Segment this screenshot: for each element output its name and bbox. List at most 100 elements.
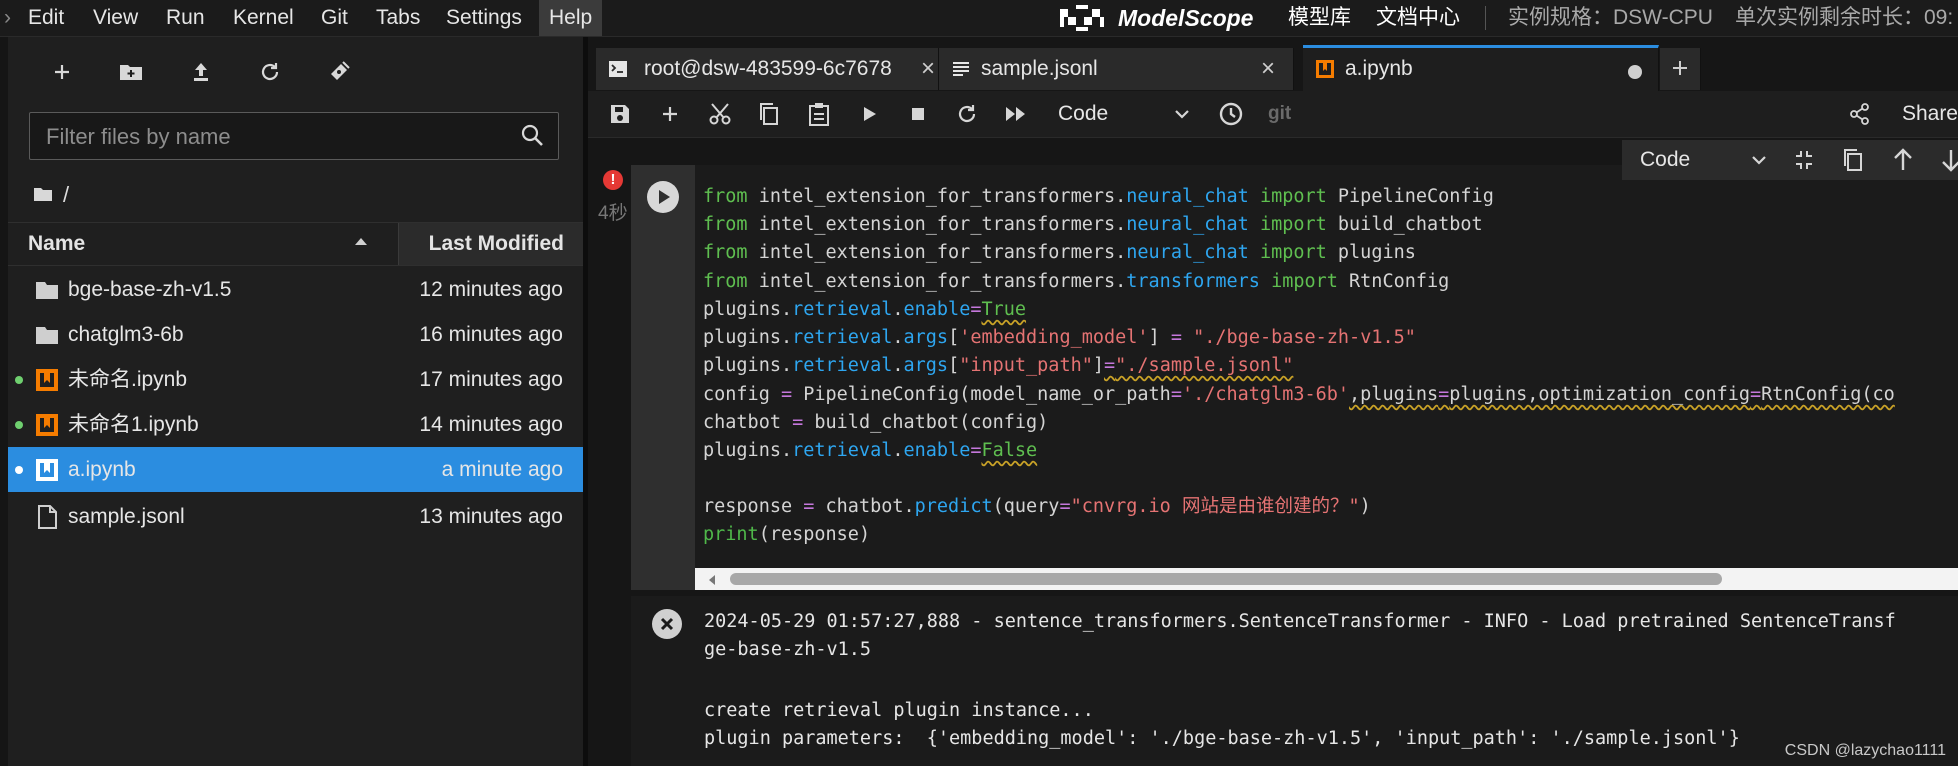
menu-run[interactable]: Run — [156, 0, 215, 36]
new-tab-button[interactable] — [1660, 48, 1701, 90]
menu-edit[interactable]: Edit — [18, 0, 74, 36]
code-line: plugins.retrieval.args["input_path"]="./… — [703, 355, 1294, 376]
file-filter-box — [29, 112, 559, 160]
collapse-icon[interactable] — [1792, 148, 1816, 177]
tab-label: sample.jsonl — [981, 57, 1098, 80]
restart-run-all-icon[interactable] — [1001, 99, 1031, 129]
scroll-left-icon[interactable] — [706, 573, 718, 591]
output-line: create retrieval plugin instance... — [704, 700, 1094, 721]
chevron-down-icon[interactable] — [1750, 151, 1768, 174]
menu-kernel[interactable]: Kernel — [223, 0, 304, 36]
search-icon — [520, 123, 546, 149]
git-clone-icon[interactable] — [323, 56, 355, 88]
upload-icon[interactable] — [185, 56, 217, 88]
modelscope-brand[interactable]: ModelScope — [1118, 0, 1253, 36]
play-icon — [659, 190, 670, 204]
new-launcher-icon[interactable] — [46, 56, 78, 88]
sort-ascending-icon[interactable] — [353, 234, 369, 250]
new-folder-icon[interactable] — [115, 56, 147, 88]
menu-view[interactable]: View — [83, 0, 148, 36]
folder-icon — [34, 277, 60, 303]
run-icon[interactable] — [854, 99, 884, 129]
cell-prompt-area — [631, 165, 695, 590]
stop-icon[interactable] — [903, 99, 933, 129]
close-icon[interactable]: × — [916, 57, 940, 81]
tab-a-ipynb[interactable]: a.ipynb — [1303, 45, 1659, 93]
chevron-down-icon[interactable] — [1173, 105, 1191, 128]
code-line: plugins.retrieval.enable=False — [703, 440, 1038, 461]
running-indicator — [15, 466, 23, 474]
nav-docs-center[interactable]: 文档中心 — [1376, 0, 1460, 36]
restart-icon[interactable] — [952, 99, 982, 129]
code-line: from intel_extension_for_transformers.ne… — [703, 186, 1494, 207]
refresh-icon[interactable] — [254, 56, 286, 88]
file-name: 未命名.ipynb — [68, 368, 188, 391]
move-up-icon[interactable] — [1892, 148, 1914, 177]
output-line: 2024-05-29 01:57:27,888 - sentence_trans… — [704, 611, 1896, 632]
execution-time: 4秒 — [598, 203, 628, 224]
notebook-icon — [34, 457, 60, 483]
code-line: from intel_extension_for_transformers.ne… — [703, 242, 1416, 263]
cell-toolbar: Code — [1622, 140, 1958, 180]
file-icon — [34, 504, 60, 530]
tab-terminal[interactable]: root@dsw-483599-6c76784f × — [596, 48, 939, 90]
file-name: a.ipynb — [68, 458, 136, 481]
nav-model-library[interactable]: 模型库 — [1288, 0, 1351, 36]
header-divider — [1485, 6, 1486, 30]
git-button[interactable]: git — [1268, 91, 1291, 137]
tab-sample-jsonl[interactable]: sample.jsonl × — [939, 48, 1294, 90]
code-line: print(response) — [703, 524, 871, 545]
watermark: CSDN @lazychao1111 — [1784, 742, 1946, 759]
column-last-modified-label: Last Modified — [428, 232, 564, 255]
column-last-modified[interactable]: Last Modified — [398, 223, 584, 265]
folder-icon — [34, 322, 60, 348]
paste-icon[interactable] — [804, 99, 834, 129]
save-icon[interactable] — [605, 99, 635, 129]
clock-icon[interactable] — [1216, 99, 1246, 129]
file-name: chatglm3-6b — [68, 323, 184, 346]
menu-bar: › Edit View Run Kernel Git Tabs Settings… — [0, 0, 1958, 37]
move-down-icon[interactable] — [1940, 148, 1958, 177]
close-icon[interactable]: × — [1256, 57, 1280, 81]
cell-type-dropdown[interactable]: Code — [1058, 91, 1108, 137]
file-name: sample.jsonl — [68, 505, 185, 528]
code-line: config = PipelineConfig(model_name_or_pa… — [703, 384, 1895, 405]
tab-bar: root@dsw-483599-6c76784f × sample.jsonl … — [588, 45, 1958, 93]
menu-tabs[interactable]: Tabs — [366, 0, 430, 36]
menu-help[interactable]: Help — [539, 0, 603, 36]
cell-type-select[interactable]: Code — [1640, 140, 1690, 180]
insert-cell-icon[interactable] — [655, 99, 685, 129]
breadcrumb-root[interactable]: / — [63, 182, 69, 208]
cut-icon[interactable] — [705, 99, 735, 129]
terminal-icon — [608, 59, 628, 79]
file-row[interactable]: 未命名.ipynb 17 minutes ago — [8, 357, 583, 402]
file-row[interactable]: 未命名1.ipynb 14 minutes ago — [8, 402, 583, 447]
notebook-toolbar: Code git Share — [588, 91, 1958, 138]
file-row-selected[interactable]: a.ipynb a minute ago — [8, 447, 583, 492]
share-icon[interactable] — [1850, 103, 1870, 130]
code-line: from intel_extension_for_transformers.ne… — [703, 214, 1483, 235]
error-indicator-icon: ! — [603, 170, 623, 190]
column-name[interactable]: Name — [28, 223, 85, 265]
unsaved-dot-icon[interactable] — [1628, 65, 1642, 79]
file-row[interactable]: sample.jsonl 13 minutes ago — [8, 494, 583, 539]
file-row[interactable]: bge-base-zh-v1.5 12 minutes ago — [8, 267, 583, 312]
duplicate-cell-icon[interactable] — [1842, 148, 1864, 177]
modelscope-logo-icon[interactable] — [1058, 3, 1110, 33]
copy-icon[interactable] — [754, 99, 784, 129]
menu-settings[interactable]: Settings — [436, 0, 532, 36]
run-cell-button[interactable] — [647, 181, 679, 213]
code-line: response = chatbot.predict(query="cnvrg.… — [703, 496, 1371, 517]
file-filter-input[interactable] — [44, 121, 508, 153]
output-line: plugin parameters: {'embedding_model': '… — [704, 728, 1740, 749]
scrollbar-thumb[interactable] — [730, 573, 1722, 585]
file-row[interactable]: chatglm3-6b 16 minutes ago — [8, 312, 583, 357]
clear-output-button[interactable] — [652, 609, 682, 639]
menu-git[interactable]: Git — [311, 0, 358, 36]
share-button[interactable]: Share — [1902, 91, 1958, 137]
running-indicator — [15, 421, 23, 429]
tab-label: a.ipynb — [1345, 57, 1413, 80]
file-name: 未命名1.ipynb — [68, 413, 199, 436]
folder-icon[interactable] — [33, 182, 53, 208]
file-modified: 16 minutes ago — [419, 323, 563, 346]
